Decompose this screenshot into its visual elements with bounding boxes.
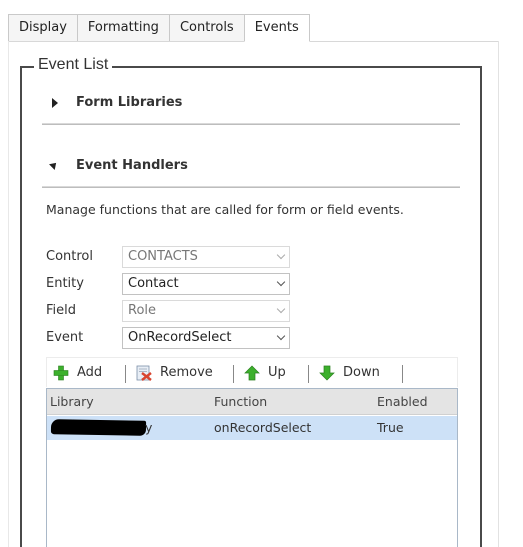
event-list-legend: Event List — [34, 56, 113, 74]
control-value: CONTACTS — [128, 249, 198, 264]
field-select[interactable]: Role — [122, 300, 290, 322]
form-libraries-label: Form Libraries — [76, 95, 183, 110]
down-arrow-icon — [319, 365, 335, 381]
entity-value: Contact — [128, 276, 179, 291]
tab-formatting[interactable]: Formatting — [76, 14, 169, 42]
event-value: OnRecordSelect — [128, 330, 232, 345]
toolbar-separator — [308, 365, 309, 383]
tab-events[interactable]: Events — [243, 14, 310, 42]
handlers-toolbar: Add Remove Up Down — [46, 357, 458, 387]
column-header-library[interactable]: Library — [50, 394, 94, 409]
grid-header: Library Function Enabled — [47, 389, 457, 415]
table-row[interactable]: y onRecordSelect True — [47, 416, 457, 440]
entity-label: Entity — [46, 276, 84, 291]
entity-row: Entity Contact — [46, 273, 296, 295]
section-divider — [42, 123, 460, 125]
event-label: Event — [46, 330, 84, 345]
dropdown-chevron-icon — [276, 277, 286, 287]
toolbar-separator — [125, 365, 126, 383]
field-row: Field Role — [46, 300, 296, 322]
column-header-function[interactable]: Function — [214, 394, 267, 409]
toolbar-separator — [402, 365, 403, 383]
field-label: Field — [46, 303, 77, 318]
add-label: Add — [77, 365, 103, 380]
form-libraries-section-header[interactable]: Form Libraries — [52, 95, 182, 110]
remove-button[interactable]: Remove — [136, 363, 222, 383]
entity-select[interactable]: Contact — [122, 273, 290, 295]
function-cell: onRecordSelect — [214, 420, 312, 435]
up-arrow-icon — [244, 365, 260, 381]
tab-controls[interactable]: Controls — [168, 14, 244, 42]
section-divider — [42, 186, 460, 188]
redaction-mark — [50, 419, 147, 436]
up-label: Up — [268, 365, 286, 380]
dropdown-chevron-icon — [276, 250, 286, 260]
remove-label: Remove — [160, 365, 213, 380]
control-label: Control — [46, 249, 93, 264]
enabled-cell: True — [377, 420, 404, 435]
library-cell: y — [145, 420, 153, 435]
up-button[interactable]: Up — [244, 363, 294, 383]
tab-strip: Display Formatting Controls Events — [8, 14, 310, 42]
event-select[interactable]: OnRecordSelect — [122, 327, 290, 349]
tab-panel-right-border — [498, 41, 499, 547]
event-handlers-section-header[interactable]: Event Handlers — [49, 158, 188, 173]
event-handlers-label: Event Handlers — [76, 158, 188, 173]
dropdown-chevron-icon — [276, 304, 286, 314]
handlers-grid: Library Function Enabled y onRecordSelec… — [46, 388, 458, 547]
event-handlers-description: Manage functions that are called for for… — [46, 202, 404, 217]
dropdown-chevron-icon — [276, 331, 286, 341]
down-button[interactable]: Down — [319, 363, 389, 383]
control-select[interactable]: CONTACTS — [122, 246, 290, 268]
tab-panel-left-border — [8, 41, 9, 547]
column-header-enabled[interactable]: Enabled — [377, 394, 428, 409]
remove-icon — [136, 365, 152, 381]
field-value: Role — [128, 303, 157, 318]
toolbar-separator — [233, 365, 234, 383]
add-button[interactable]: Add — [53, 363, 113, 383]
chevron-right-icon — [52, 98, 58, 108]
tab-display[interactable]: Display — [8, 14, 77, 42]
event-row: Event OnRecordSelect — [46, 327, 296, 349]
control-row: Control CONTACTS — [46, 246, 296, 268]
add-icon — [53, 365, 69, 381]
down-label: Down — [343, 365, 380, 380]
